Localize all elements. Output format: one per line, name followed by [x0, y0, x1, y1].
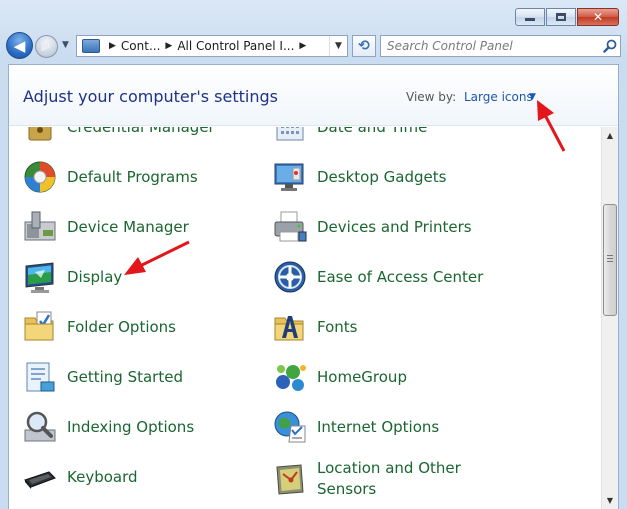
annotation-arrow-display — [124, 240, 190, 275]
annotation-arrow-view-mode — [537, 100, 566, 152]
annotation-arrows — [124, 100, 566, 275]
control-panel-window: ✕ ◀ ▶ ▼ ▶ Cont... ▶ All Control Panel I.… — [0, 0, 627, 509]
